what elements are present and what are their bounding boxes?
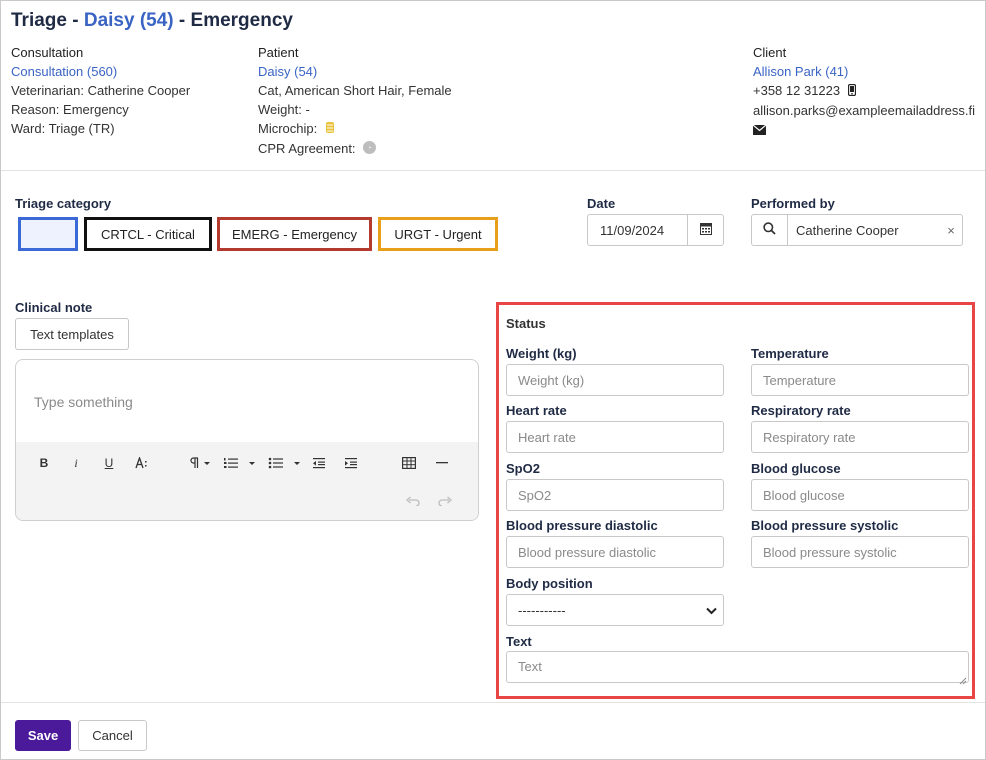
bullet-list-icon[interactable] [268,454,302,472]
underline-icon[interactable]: U [102,454,116,472]
triage-option-none[interactable] [18,217,78,251]
title-suffix: - Emergency [173,10,293,31]
microchip-row: Microchip: [258,119,452,139]
spo2-input[interactable]: SpO2 [506,479,724,511]
body-position-value: ----------- [518,602,566,618]
mobile-phone-icon[interactable] [847,82,856,101]
weight-input[interactable]: Weight (kg) [506,364,724,396]
heart-rate-label: Heart rate [506,403,567,418]
heart-rate-input[interactable]: Heart rate [506,421,724,453]
performed-by-select: Catherine Cooper × [751,214,963,246]
footer-divider [1,702,985,703]
patient-link[interactable]: Daisy (54) [258,62,452,81]
italic-icon[interactable]: i [70,454,82,472]
redo-icon[interactable] [438,492,452,510]
temperature-label: Temperature [751,346,829,361]
respiratory-rate-input[interactable]: Respiratory rate [751,421,969,453]
patient-heading: Patient [258,45,299,60]
client-email: allison.parks@exampleemailaddress.fi [753,103,976,119]
header-divider [1,170,985,171]
cpr-row: CPR Agreement: [258,139,452,159]
indent-icon[interactable] [344,454,358,472]
title-prefix: Triage - [11,10,84,31]
consultation-info: Consultation Consultation (560) Veterina… [11,43,190,138]
weight-label: Weight (kg) [506,346,577,361]
date-input[interactable]: 11/09/2024 [588,215,687,245]
rich-text-editor: Type something B i U [15,359,479,521]
ordered-list-icon[interactable] [223,454,257,472]
paragraph-icon[interactable] [188,454,214,472]
client-phone: +358 12 31223 [753,83,841,98]
outdent-icon[interactable] [312,454,326,472]
bp-systolic-label: Blood pressure systolic [751,518,899,533]
consultation-heading: Consultation [11,45,84,60]
blood-glucose-label: Blood glucose [751,461,841,476]
triage-option-urgent[interactable]: URGT - Urgent [378,217,498,251]
triage-category-label: Triage category [15,196,112,211]
editor-input[interactable]: Type something [16,360,478,442]
resize-handle-icon[interactable] [959,673,967,688]
bp-systolic-input[interactable]: Blood pressure systolic [751,536,969,568]
undo-icon[interactable] [406,492,420,510]
save-button[interactable]: Save [15,720,71,751]
clinical-note-label: Clinical note [15,300,93,315]
respiratory-rate-label: Respiratory rate [751,403,851,418]
bold-icon[interactable]: B [38,454,50,472]
status-title: Status [506,316,546,331]
temperature-input[interactable]: Temperature [751,364,969,396]
page-title: Triage - Daisy (54) - Emergency [11,10,293,32]
reason-text: Reason: Emergency [11,102,129,117]
performed-by-search-button[interactable] [752,215,788,245]
bp-diastolic-input[interactable]: Blood pressure diastolic [506,536,724,568]
horizontal-rule-icon[interactable] [436,454,448,472]
editor-toolbar: B i U [16,442,478,520]
date-label: Date [587,196,616,211]
bp-diastolic-label: Blood pressure diastolic [506,518,658,533]
phone-row: +358 12 31223 [753,81,975,101]
body-position-label: Body position [506,576,593,591]
performed-by-label: Performed by [751,196,835,211]
microchip-icon [325,120,335,139]
spo2-label: SpO2 [506,461,540,476]
cpr-label: CPR Agreement: [258,141,356,157]
blood-glucose-input[interactable]: Blood glucose [751,479,969,511]
search-icon [763,222,776,238]
table-icon[interactable] [402,454,416,472]
patient-weight: Weight: - [258,102,310,117]
ward-text: Ward: Triage (TR) [11,121,115,136]
cancel-button[interactable]: Cancel [78,720,147,751]
veterinarian-text: Veterinarian: Catherine Cooper [11,83,191,98]
text-templates-button[interactable]: Text templates [15,318,129,350]
text-label: Text [506,634,532,649]
clear-icon[interactable]: × [940,215,962,245]
client-info: Client Allison Park (41) +358 12 31223 a… [752,43,976,140]
patient-description: Cat, American Short Hair, Female [258,83,452,98]
envelope-icon[interactable] [752,121,767,140]
patient-info: Patient Daisy (54) Cat, American Short H… [258,43,452,159]
date-picker: 11/09/2024 [587,214,724,246]
consultation-link[interactable]: Consultation (560) [11,62,190,81]
triage-option-critical[interactable]: CRTCL - Critical [84,217,212,251]
title-patient-link[interactable]: Daisy (54) [84,10,174,31]
calendar-icon [699,222,712,238]
email-icon-row [752,120,975,140]
text-textarea[interactable]: Text [506,651,969,683]
microchip-label: Microchip: [258,121,318,136]
body-position-select[interactable]: ----------- [506,594,724,626]
font-size-icon[interactable] [134,454,150,472]
performed-by-value[interactable]: Catherine Cooper [788,215,940,245]
client-heading: Client [753,45,787,60]
client-link[interactable]: Allison Park (41) [753,62,975,81]
calendar-button[interactable] [687,215,723,245]
cpr-info-icon[interactable] [363,140,377,159]
triage-option-emergency[interactable]: EMERG - Emergency [217,217,372,251]
chevron-down-icon [706,603,717,618]
